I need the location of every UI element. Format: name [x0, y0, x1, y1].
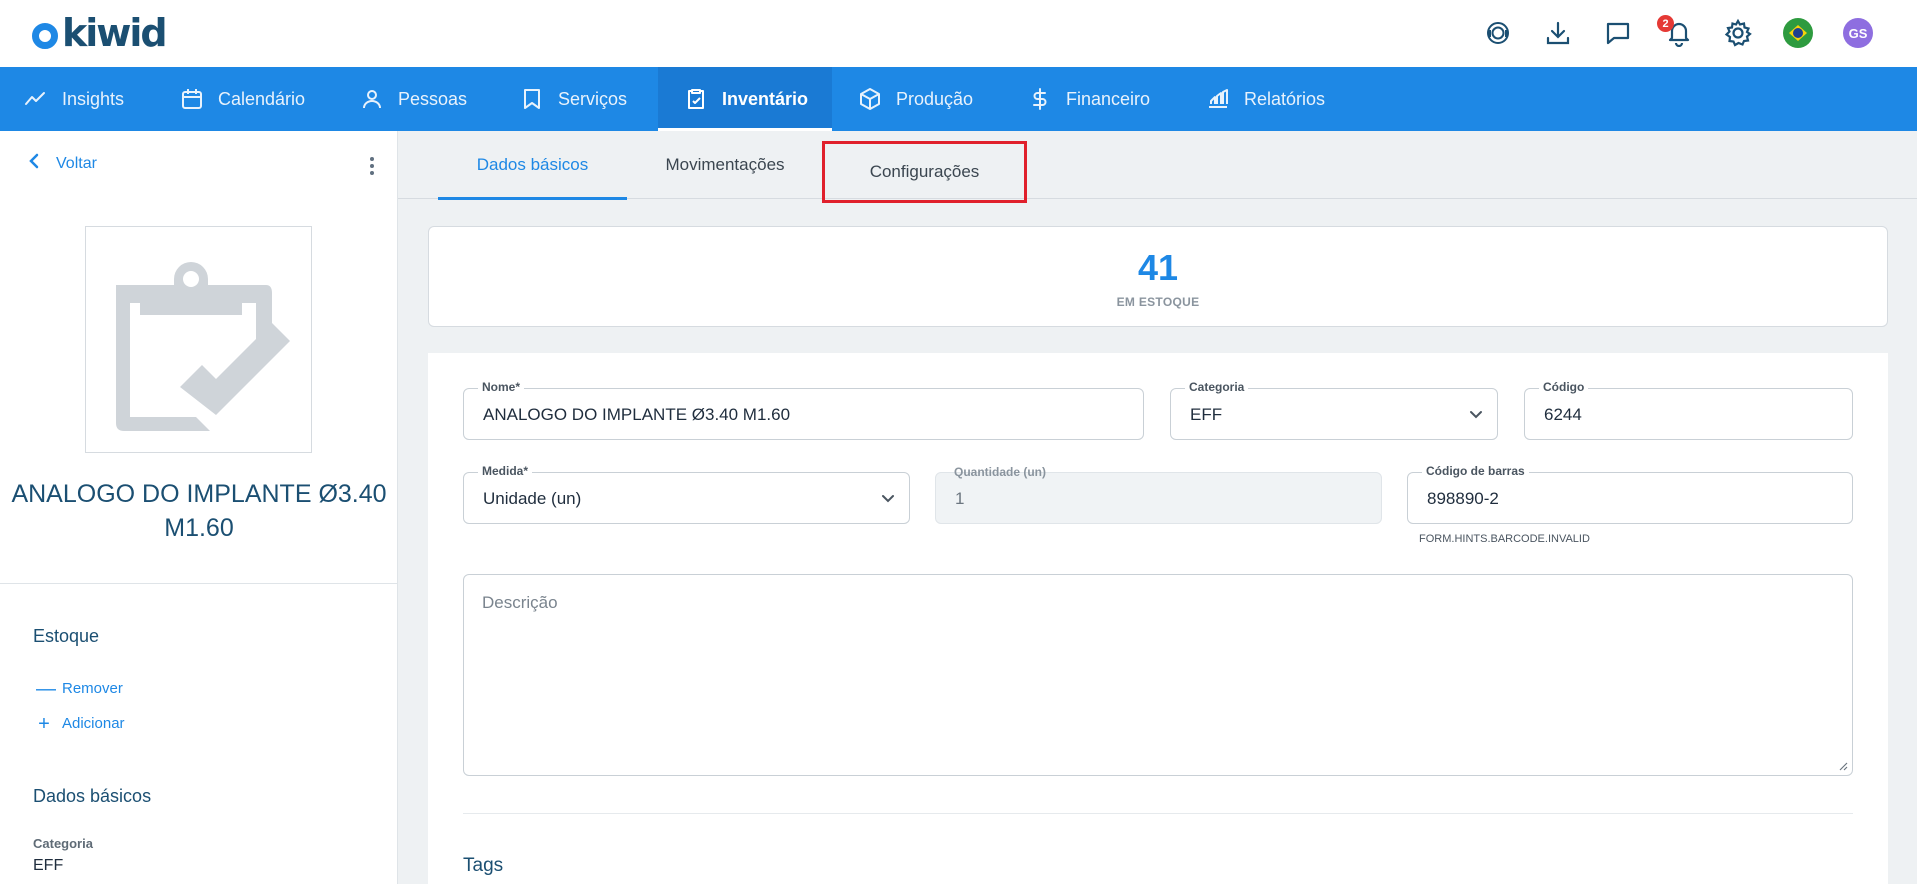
nav-item-producao[interactable]: Produção	[832, 67, 1006, 131]
chevron-down-icon	[881, 491, 895, 510]
nav-item-insights[interactable]: Insights	[0, 67, 150, 131]
clipboard-check-icon	[684, 87, 708, 111]
kiwid-logo[interactable]: kiwid	[32, 11, 168, 55]
tooth-icon	[520, 87, 544, 111]
logo-mark	[32, 23, 58, 49]
product-image[interactable]	[85, 226, 312, 453]
tab-movimentacoes[interactable]: Movimentações	[643, 131, 807, 199]
code-label: Código	[1539, 380, 1589, 394]
tab-dados-basicos[interactable]: Dados básicos	[438, 131, 627, 200]
chart-icon	[1206, 87, 1230, 111]
barcode-value: 898890-2	[1427, 489, 1499, 508]
basic-data-section-title: Dados básicos	[33, 786, 152, 806]
nav-item-relatorios[interactable]: Relatórios	[1190, 67, 1360, 131]
minus-icon: —	[36, 677, 56, 700]
stock-summary-card: 41 EM ESTOQUE	[428, 226, 1888, 327]
nav-label: Relatórios	[1244, 88, 1326, 109]
stock-section-title: Estoque	[33, 626, 100, 646]
barcode-hint: FORM.HINTS.BARCODE.INVALID	[1419, 533, 1590, 545]
stock-label: EM ESTOQUE	[1116, 295, 1200, 309]
barcode-field[interactable]: Código de barras 898890-2	[1407, 464, 1853, 524]
product-sidebar: Voltar ANALOGO DO IMPLANTE Ø3.40 M1.60 E…	[0, 131, 398, 884]
nav-label: Insights	[62, 88, 125, 109]
name-label: Nome*	[478, 380, 525, 394]
name-field[interactable]: Nome* ANALOGO DO IMPLANTE Ø3.40 M1.60	[463, 380, 1144, 440]
nav-label: Pessoas	[398, 88, 468, 109]
chat-icon[interactable]	[1602, 17, 1634, 49]
category-field-label: Categoria	[1185, 380, 1249, 394]
nav-item-servicos[interactable]: Serviços	[488, 67, 658, 131]
download-icon[interactable]	[1542, 17, 1574, 49]
description-textarea[interactable]: Descrição	[463, 574, 1853, 776]
more-options-icon[interactable]	[364, 155, 380, 177]
gear-icon[interactable]	[1722, 17, 1754, 49]
nav-item-inventario[interactable]: Inventário	[658, 67, 832, 131]
category-label: Categoria	[33, 836, 93, 851]
dollar-icon	[1028, 87, 1052, 111]
brazil-flag-icon[interactable]	[1782, 17, 1814, 49]
user-avatar[interactable]: GS	[1842, 17, 1874, 49]
tab-bar: Dados básicos Movimentações Configuraçõe…	[398, 131, 1917, 203]
nav-label: Calendário	[218, 88, 306, 109]
remove-stock-button[interactable]: — Remover	[36, 677, 123, 700]
unit-value: Unidade (un)	[483, 489, 582, 508]
code-field[interactable]: Código 6244	[1524, 380, 1853, 440]
quantity-field: Quantidade (un) 1	[935, 465, 1382, 524]
remove-label: Remover	[62, 680, 123, 697]
unit-select[interactable]: Medida* Unidade (un)	[463, 464, 910, 524]
avatar: GS	[1843, 18, 1873, 48]
divider	[0, 583, 398, 584]
quantity-value: 1	[955, 489, 965, 508]
nav-item-calendario[interactable]: Calendário	[150, 67, 330, 131]
main-nav: Insights Calendário Pessoas Serviços Inv…	[0, 67, 1917, 131]
logo-text: kiwid	[62, 11, 168, 55]
divider	[463, 813, 1853, 814]
back-button[interactable]: Voltar	[28, 153, 97, 174]
category-value: EFF	[33, 857, 64, 874]
nav-item-financeiro[interactable]: Financeiro	[1006, 67, 1190, 131]
category-select[interactable]: Categoria EFF	[1170, 380, 1498, 440]
tags-section-title: Tags	[463, 855, 504, 876]
add-stock-button[interactable]: + Adicionar	[36, 712, 125, 735]
top-header: kiwid 2 GS	[0, 0, 1917, 67]
nav-label: Produção	[896, 88, 974, 109]
unit-label: Medida*	[478, 464, 533, 478]
nav-label: Financeiro	[1066, 88, 1151, 109]
clipboard-check-placeholder-icon	[115, 261, 290, 431]
add-label: Adicionar	[62, 715, 125, 732]
back-label: Voltar	[56, 154, 97, 172]
tab-configuracoes[interactable]: Configurações	[822, 141, 1027, 203]
resize-grip-icon[interactable]	[1838, 761, 1848, 771]
notification-badge: 2	[1657, 15, 1674, 32]
plus-icon: +	[38, 712, 50, 735]
description-placeholder: Descrição	[482, 593, 558, 612]
trend-icon	[24, 87, 48, 111]
barcode-label: Código de barras	[1422, 464, 1529, 478]
bell-icon[interactable]: 2	[1657, 15, 1695, 49]
chevron-left-icon	[28, 153, 40, 174]
nav-label: Serviços	[558, 88, 628, 109]
product-title: ANALOGO DO IMPLANTE Ø3.40 M1.60	[11, 480, 387, 542]
nav-item-pessoas[interactable]: Pessoas	[330, 67, 488, 131]
category-field-value: EFF	[1190, 405, 1223, 424]
person-icon	[360, 87, 384, 111]
quantity-label: Quantidade (un)	[954, 465, 1046, 479]
calendar-icon	[180, 87, 204, 111]
chevron-down-icon	[1469, 407, 1483, 426]
nav-label: Inventário	[722, 88, 809, 109]
name-value: ANALOGO DO IMPLANTE Ø3.40 M1.60	[483, 405, 791, 424]
stock-count: 41	[1137, 247, 1179, 288]
basic-data-form: Nome* ANALOGO DO IMPLANTE Ø3.40 M1.60 Ca…	[428, 353, 1888, 884]
box-icon	[858, 87, 882, 111]
code-value: 6244	[1544, 405, 1582, 424]
support-icon[interactable]	[1482, 17, 1514, 49]
